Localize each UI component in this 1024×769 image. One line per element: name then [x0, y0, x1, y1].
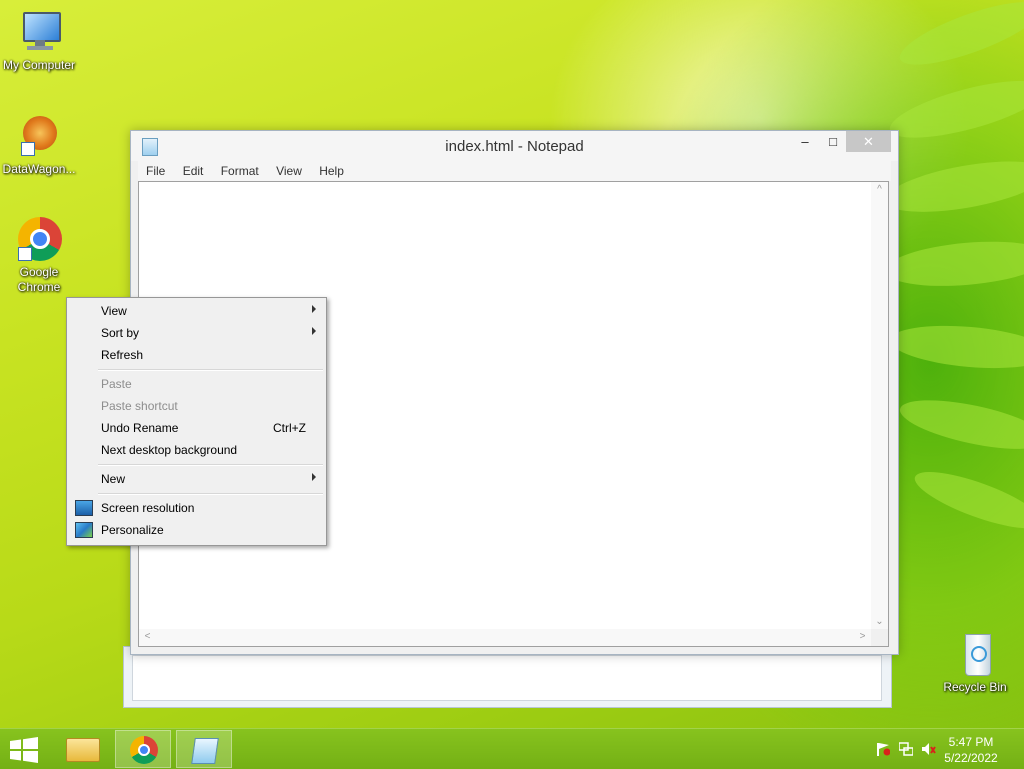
context-item-next-desktop-background[interactable]: Next desktop background [68, 439, 325, 461]
desktop-icon-label: DataWagon... [2, 162, 76, 176]
action-center-flag-icon[interactable] [876, 742, 891, 756]
desktop-icon-recycle-bin[interactable]: Recycle Bin [937, 630, 1013, 695]
taskbar-file-explorer[interactable] [54, 730, 110, 768]
window-title: index.html - Notepad [445, 138, 584, 155]
taskbar-clock[interactable]: 5:47 PM 5/22/2022 [936, 734, 1006, 766]
shortcut-arrow-icon [21, 142, 35, 156]
clock-date: 5/22/2022 [944, 751, 998, 765]
menu-separator [98, 493, 323, 495]
taskbar-google-chrome[interactable] [115, 730, 171, 768]
shortcut-arrow-icon [18, 247, 32, 261]
vertical-scrollbar[interactable]: ^ ⌄ [871, 182, 888, 629]
windows-logo-icon [10, 737, 38, 763]
minimize-button[interactable]: – [790, 131, 820, 152]
context-item-view[interactable]: View [68, 300, 325, 322]
datawagon-icon [15, 112, 63, 160]
context-item-label: Personalize [101, 523, 164, 537]
background-window-editor [132, 655, 882, 701]
file-explorer-icon [66, 738, 100, 762]
background-window[interactable] [123, 646, 892, 708]
menu-help[interactable]: Help [311, 161, 350, 178]
taskbar-notepad[interactable] [176, 730, 232, 768]
horizontal-scrollbar[interactable]: < > [139, 629, 871, 646]
scroll-left-icon[interactable]: < [139, 631, 156, 642]
my-computer-icon [15, 8, 63, 56]
menu-format[interactable]: Format [213, 161, 265, 178]
context-item-label: View [101, 304, 127, 318]
context-item-label: Paste [101, 377, 132, 391]
scroll-up-icon[interactable]: ^ [871, 184, 888, 195]
desktop-icon-my-computer[interactable]: My Computer [1, 8, 77, 73]
menu-separator [98, 464, 323, 466]
screen-resolution-icon [75, 500, 93, 516]
scroll-down-icon[interactable]: ⌄ [871, 616, 888, 627]
network-icon[interactable] [898, 742, 914, 756]
submenu-arrow-icon [312, 327, 316, 335]
submenu-arrow-icon [312, 305, 316, 313]
context-item-sort-by[interactable]: Sort by [68, 322, 325, 344]
notepad-icon [191, 738, 219, 764]
chrome-icon [15, 215, 63, 263]
context-item-label: New [101, 472, 126, 486]
desktop-context-menu: View Sort by Refresh Paste Paste shortcu… [66, 297, 327, 546]
close-button[interactable]: ✕ [846, 131, 891, 152]
context-item-label: Sort by [101, 326, 140, 340]
taskbar: 5:47 PM 5/22/2022 [0, 728, 1024, 769]
desktop-icon-label: Google Chrome [17, 265, 61, 294]
context-item-label: Undo Rename [101, 421, 179, 435]
scroll-right-icon[interactable]: > [854, 631, 871, 642]
title-bar[interactable]: index.html - Notepad – □ ✕ [131, 131, 898, 161]
menu-view[interactable]: View [268, 161, 308, 178]
menu-file[interactable]: File [138, 161, 171, 178]
context-item-label: Next desktop background [101, 443, 238, 457]
clock-time: 5:47 PM [948, 735, 994, 749]
context-item-label: Screen resolution [101, 501, 195, 515]
menu-separator [98, 369, 323, 371]
context-item-paste: Paste [68, 373, 325, 395]
context-item-undo-rename[interactable]: Undo Rename Ctrl+Z [68, 417, 325, 439]
context-item-new[interactable]: New [68, 468, 325, 490]
context-item-refresh[interactable]: Refresh [68, 344, 325, 366]
context-item-paste-shortcut: Paste shortcut [68, 395, 325, 417]
context-item-screen-resolution[interactable]: Screen resolution [68, 497, 325, 519]
personalize-icon [75, 522, 93, 538]
menu-bar: File Edit Format View Help [138, 161, 891, 181]
context-item-label: Paste shortcut [101, 399, 178, 413]
desktop-icon-label: My Computer [2, 58, 76, 72]
context-item-personalize[interactable]: Personalize [68, 519, 325, 541]
resize-grip[interactable] [871, 629, 888, 646]
start-button[interactable] [0, 730, 48, 768]
recycle-bin-icon [951, 630, 999, 678]
volume-muted-icon[interactable] [922, 742, 936, 756]
desktop-icon-google-chrome[interactable]: Google Chrome [1, 215, 77, 295]
submenu-arrow-icon [312, 473, 316, 481]
desktop-icon-label: Recycle Bin [943, 680, 1007, 694]
shortcut-text: Ctrl+Z [273, 421, 306, 435]
desktop-icon-datawagon[interactable]: DataWagon... [1, 112, 77, 177]
maximize-button[interactable]: □ [818, 131, 848, 152]
menu-edit[interactable]: Edit [175, 161, 210, 178]
context-item-label: Refresh [101, 348, 144, 362]
